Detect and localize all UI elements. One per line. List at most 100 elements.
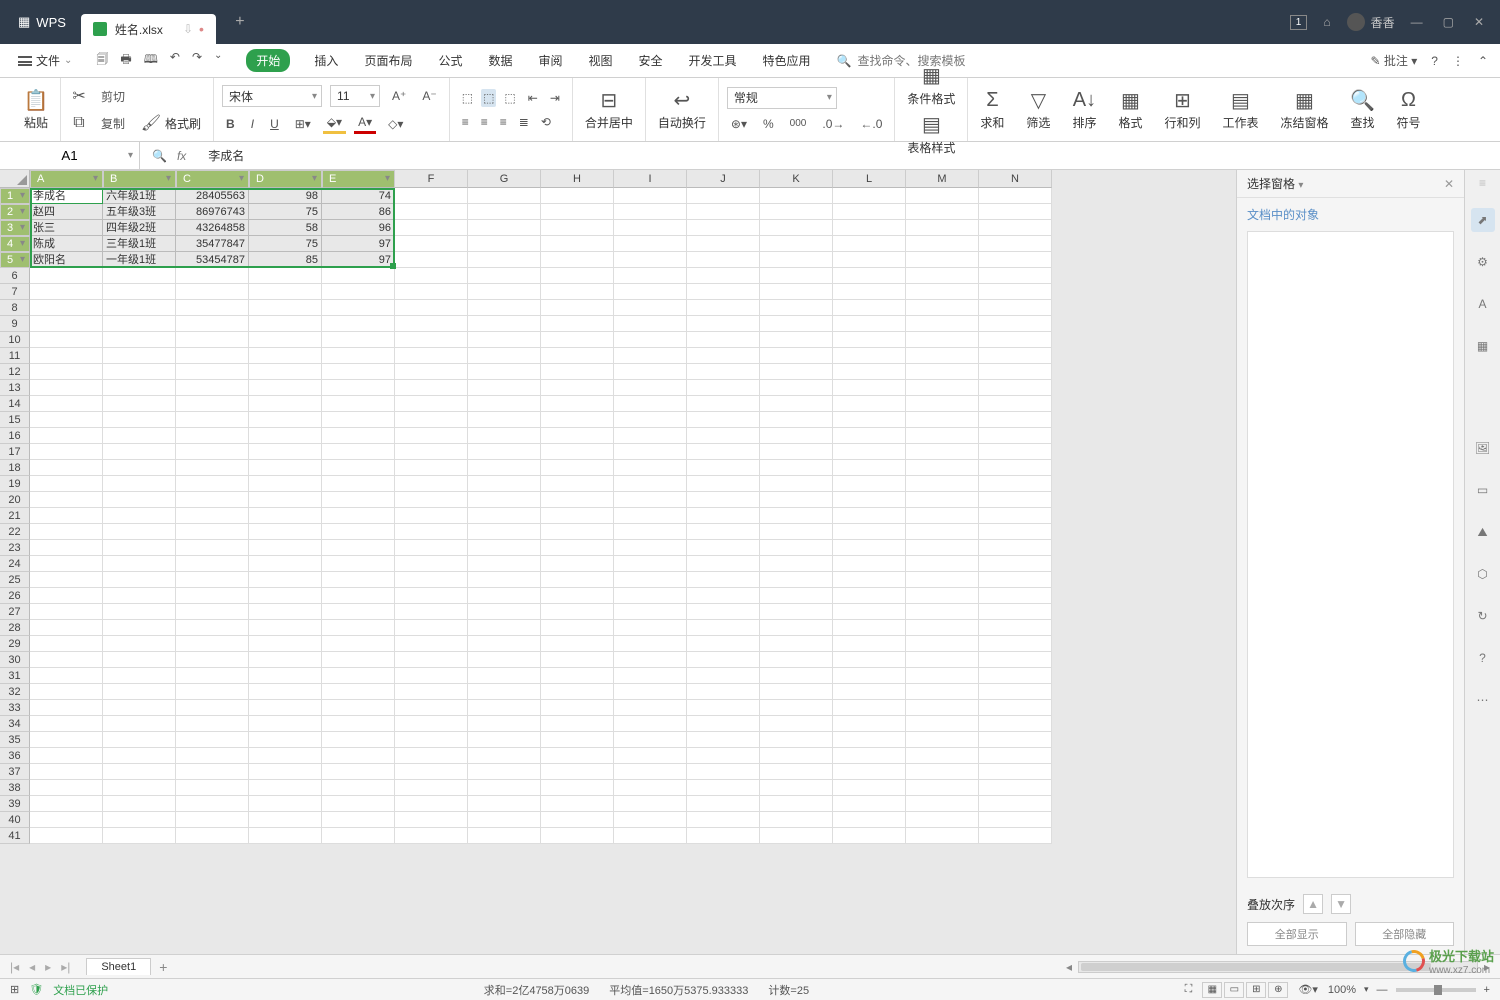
cell[interactable] <box>833 828 906 844</box>
cell[interactable] <box>103 684 176 700</box>
row-header[interactable]: 37 <box>0 764 30 780</box>
cell[interactable] <box>906 812 979 828</box>
cell[interactable] <box>395 252 468 268</box>
cell[interactable] <box>614 828 687 844</box>
cell[interactable] <box>833 572 906 588</box>
cell[interactable] <box>249 396 322 412</box>
cell[interactable] <box>541 764 614 780</box>
cell[interactable] <box>395 476 468 492</box>
cell[interactable] <box>979 332 1052 348</box>
cell[interactable] <box>395 524 468 540</box>
cell[interactable] <box>687 188 760 204</box>
cell[interactable] <box>395 764 468 780</box>
col-header[interactable]: K <box>760 170 833 188</box>
cell[interactable] <box>103 572 176 588</box>
cell[interactable] <box>249 588 322 604</box>
comma-button[interactable]: 000 <box>786 116 811 131</box>
cell[interactable] <box>760 236 833 252</box>
cell[interactable] <box>468 236 541 252</box>
cell[interactable] <box>906 316 979 332</box>
cell[interactable] <box>249 748 322 764</box>
col-header[interactable]: B <box>103 170 176 188</box>
cell[interactable] <box>906 620 979 636</box>
cell[interactable] <box>760 748 833 764</box>
cell[interactable]: 赵四 <box>30 204 103 220</box>
cell[interactable] <box>906 508 979 524</box>
row-header[interactable]: 11 <box>0 348 30 364</box>
cell[interactable] <box>687 268 760 284</box>
cell[interactable] <box>468 300 541 316</box>
cell[interactable] <box>541 204 614 220</box>
cell[interactable]: 35477847 <box>176 236 249 252</box>
cell[interactable]: 75 <box>249 236 322 252</box>
cell[interactable] <box>614 620 687 636</box>
row-header[interactable]: 15 <box>0 412 30 428</box>
cell[interactable] <box>249 604 322 620</box>
cell[interactable] <box>541 188 614 204</box>
cell[interactable]: 96 <box>322 220 395 236</box>
cell[interactable] <box>395 604 468 620</box>
cell[interactable] <box>614 428 687 444</box>
cell[interactable] <box>395 812 468 828</box>
maximize-button[interactable]: ▢ <box>1443 15 1454 29</box>
cell[interactable] <box>541 572 614 588</box>
border-button[interactable]: ⊞▾ <box>291 115 315 133</box>
row-header[interactable]: 3 <box>0 220 30 236</box>
cell[interactable] <box>176 604 249 620</box>
cell[interactable] <box>760 556 833 572</box>
cell[interactable] <box>322 540 395 556</box>
cell[interactable] <box>468 316 541 332</box>
scroll-left-button[interactable]: ◂ <box>1066 960 1072 974</box>
cell[interactable] <box>249 652 322 668</box>
cell[interactable] <box>833 684 906 700</box>
cell[interactable] <box>906 636 979 652</box>
freeze-panes-button[interactable]: ▦冻结窗格 <box>1277 88 1333 131</box>
cell[interactable] <box>103 300 176 316</box>
cell[interactable] <box>687 604 760 620</box>
cell[interactable] <box>176 684 249 700</box>
pin-icon[interactable]: ⇩ <box>183 22 193 36</box>
cell[interactable] <box>468 620 541 636</box>
cell[interactable] <box>395 268 468 284</box>
cell[interactable] <box>322 476 395 492</box>
save-icon[interactable]: 🗐 <box>96 50 108 71</box>
cell[interactable] <box>541 332 614 348</box>
cell[interactable] <box>176 540 249 556</box>
justify-button[interactable]: ≣ <box>515 113 533 131</box>
cell[interactable] <box>176 380 249 396</box>
cell[interactable] <box>395 732 468 748</box>
text-icon[interactable]: A <box>1471 292 1495 316</box>
cell[interactable] <box>833 252 906 268</box>
cell[interactable] <box>614 444 687 460</box>
cell[interactable] <box>614 348 687 364</box>
cell[interactable] <box>249 732 322 748</box>
cell[interactable] <box>541 604 614 620</box>
cell[interactable] <box>176 700 249 716</box>
cell[interactable] <box>906 204 979 220</box>
send-backward-button[interactable]: ▼ <box>1331 894 1351 914</box>
underline-button[interactable]: U <box>266 115 283 133</box>
cell[interactable] <box>249 492 322 508</box>
cell[interactable] <box>395 700 468 716</box>
cell[interactable] <box>176 652 249 668</box>
cell[interactable] <box>906 588 979 604</box>
more-icon[interactable]: ⋮ <box>1452 54 1464 68</box>
row-header[interactable]: 21 <box>0 508 30 524</box>
cell[interactable] <box>614 540 687 556</box>
font-select[interactable]: 宋体 <box>222 85 322 107</box>
cell[interactable] <box>760 204 833 220</box>
cell[interactable] <box>322 348 395 364</box>
col-header[interactable]: I <box>614 170 687 188</box>
cell[interactable] <box>395 508 468 524</box>
cell[interactable] <box>395 780 468 796</box>
cell[interactable] <box>687 348 760 364</box>
cut-button[interactable]: 剪切 <box>97 86 129 107</box>
cell[interactable] <box>760 332 833 348</box>
cell[interactable] <box>979 380 1052 396</box>
cell[interactable] <box>176 572 249 588</box>
cell[interactable] <box>760 764 833 780</box>
cell[interactable] <box>468 684 541 700</box>
cell[interactable] <box>760 572 833 588</box>
cell[interactable] <box>176 268 249 284</box>
col-header[interactable]: H <box>541 170 614 188</box>
